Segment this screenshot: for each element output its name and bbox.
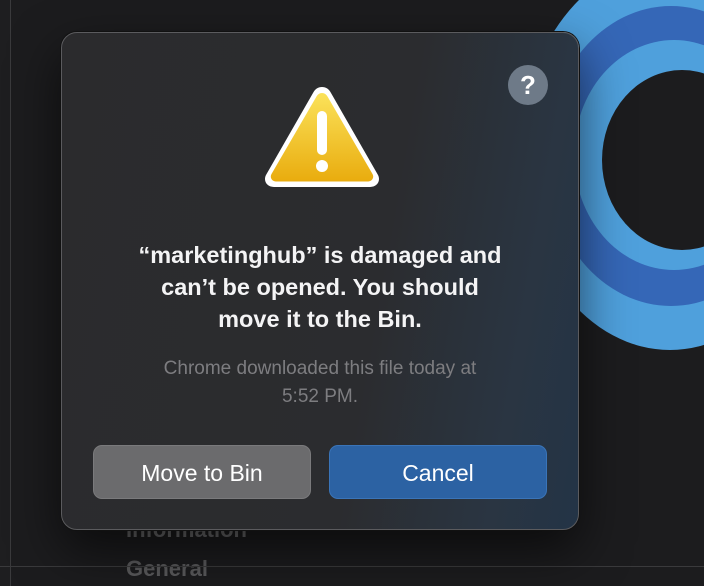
- alert-message: Chrome downloaded this file today at 5:5…: [102, 355, 538, 411]
- alert-dialog: ? “marketinghub” is damaged and can’t be…: [61, 32, 579, 530]
- background-section-label-2: General: [126, 556, 208, 581]
- alert-title: “marketinghub” is damaged and can’t be o…: [82, 239, 558, 335]
- move-to-bin-button[interactable]: Move to Bin: [93, 445, 311, 499]
- alert-title-line: “marketinghub” is damaged and: [138, 242, 502, 268]
- alert-title-line: move it to the Bin.: [218, 306, 422, 332]
- alert-message-line: Chrome downloaded this file today at: [163, 358, 477, 379]
- help-button[interactable]: ?: [508, 65, 548, 105]
- cancel-button[interactable]: Cancel: [329, 445, 547, 499]
- alert-title-line: can’t be opened. You should: [161, 274, 479, 300]
- background-window-edge: [0, 0, 11, 586]
- screen: Information General ? “marketinghub” is …: [0, 0, 704, 586]
- alert-message-line: 5:52 PM.: [281, 386, 359, 407]
- background-divider: [0, 566, 704, 567]
- warning-icon: [260, 81, 384, 191]
